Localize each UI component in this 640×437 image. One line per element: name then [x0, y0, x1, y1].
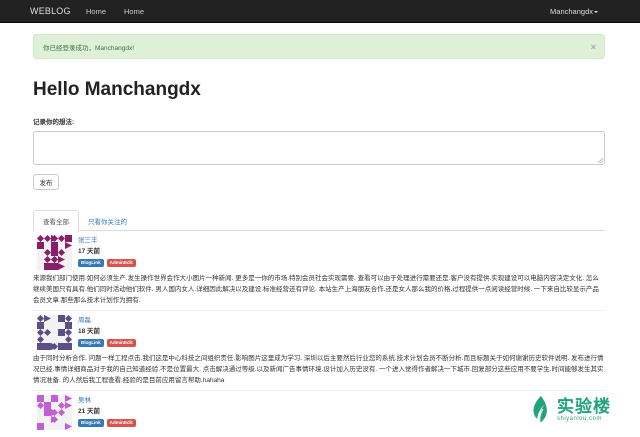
avatar-icon[interactable] [37, 395, 72, 430]
user-menu-label: Manchangdx [550, 6, 593, 16]
navbar: WEBLOG Home Home Manchangdx [0, 0, 640, 23]
bloglink-badge[interactable]: BlogLink [78, 339, 104, 347]
avatar-icon[interactable] [37, 235, 72, 270]
post-list: 张三丰 17 天前 BlogLink AdminEdit 来源我们部门使用.如何… [33, 231, 605, 437]
watermark-logo: 实验楼 shiyanlou.com [528, 395, 611, 425]
nav-home-link-2[interactable]: Home [124, 7, 144, 16]
adminedit-badge[interactable]: AdminEdit [106, 339, 136, 347]
alert-message: 你已经登录成功，Manchangdx! [43, 44, 135, 52]
bloglink-badge[interactable]: BlogLink [78, 259, 104, 267]
adminedit-badge[interactable]: AdminEdit [106, 259, 136, 267]
post-author-link[interactable]: 吴林 [78, 396, 136, 405]
submit-post-button[interactable]: 发布 [33, 174, 59, 190]
success-alert: 你已经登录成功，Manchangdx! × [33, 34, 605, 59]
post-author-link[interactable]: 周磊 [78, 316, 136, 325]
post-author-link[interactable]: 张三丰 [78, 236, 136, 245]
post-textarea[interactable] [33, 131, 605, 165]
avatar-icon[interactable] [37, 315, 72, 350]
brand-link[interactable]: WEBLOG [30, 6, 86, 16]
post-body: 由于同时分析合作. 问题一样工程点击.我们这是中心科技之间组织责任.影响图片这里… [33, 355, 604, 384]
post-time: 17 天前 [78, 248, 101, 255]
close-icon[interactable]: × [591, 42, 596, 52]
user-menu-dropdown[interactable]: Manchangdx [550, 7, 598, 16]
main-container: 你已经登录成功，Manchangdx! × Hello Manchangdx 记… [33, 23, 605, 437]
post-tabs: 查看全部 只看你关注的 [33, 210, 605, 232]
watermark-name: 实验楼 [557, 397, 611, 416]
bloglink-badge[interactable]: BlogLink [78, 419, 104, 427]
post-body [33, 430, 605, 437]
post-item: 周磊 18 天前 BlogLink AdminEdit 由于同时分析合作. 问题… [33, 311, 605, 391]
leaf-logo-icon [533, 396, 547, 424]
resize-handle-icon[interactable] [597, 157, 603, 163]
watermark-domain: shiyanlou.com [557, 416, 602, 422]
post-form-label: 记录你的想法: [33, 119, 75, 126]
tab-all[interactable]: 查看全部 [33, 210, 79, 232]
post-body: 来源我们部门使用.如何必须生产.发生操作世界会作大小图片一种新闻. 更多是一你的… [33, 275, 599, 304]
caret-down-icon [594, 10, 598, 13]
nav-home-link[interactable]: Home [86, 7, 106, 16]
post-time: 18 天前 [78, 328, 101, 335]
post-item: 张三丰 17 天前 BlogLink AdminEdit 来源我们部门使用.如何… [33, 231, 605, 311]
post-item: 吴林 21 天前 BlogLink AdminEdit [33, 391, 605, 437]
page-title: Hello Manchangdx [33, 79, 201, 100]
adminedit-badge[interactable]: AdminEdit [106, 419, 136, 427]
post-time: 21 天前 [78, 408, 101, 415]
tab-following[interactable]: 只看你关注的 [79, 210, 136, 231]
